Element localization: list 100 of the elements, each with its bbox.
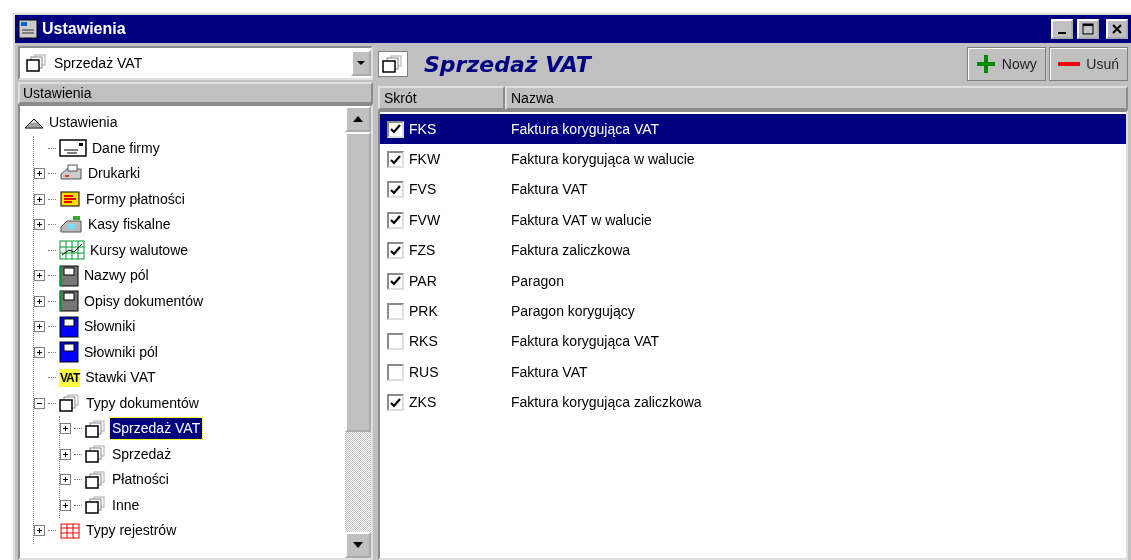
device-icon (59, 290, 79, 313)
table-row[interactable]: ZKS Faktura korygująca zaliczkowa (380, 387, 1126, 418)
checkbox[interactable] (387, 120, 404, 138)
expand-box-icon[interactable] (34, 219, 45, 231)
tree-item[interactable]: Słowniki (82, 316, 138, 338)
device-icon (59, 341, 79, 364)
checkbox[interactable] (387, 211, 404, 229)
card-icon (59, 138, 87, 159)
name-text: Paragon (511, 271, 564, 291)
table-row[interactable]: PRK Paragon korygujący (380, 296, 1126, 327)
checkbox[interactable] (387, 394, 404, 412)
close-button[interactable] (1106, 19, 1128, 39)
tree-item[interactable]: Typy dokumentów (84, 392, 201, 414)
checkbox[interactable] (387, 242, 404, 260)
table-row[interactable]: RUS Faktura VAT (380, 357, 1126, 388)
close-icon (1112, 24, 1122, 34)
expand-box-icon[interactable] (34, 346, 45, 358)
tree-item[interactable]: Inne (110, 494, 142, 516)
code-text: PAR (409, 271, 438, 291)
dropdown-arrow-icon (357, 60, 365, 66)
new-button[interactable]: Nowy (966, 47, 1046, 81)
device-icon (59, 264, 79, 287)
tree-item[interactable]: Kasy fiskalne (86, 214, 173, 236)
name-text: Faktura VAT w walucie (511, 210, 652, 230)
tree-item[interactable]: Opisy dokumentów (82, 290, 206, 312)
expand-box-icon[interactable] (60, 499, 71, 511)
checkbox[interactable] (387, 333, 404, 351)
folders-icon (378, 51, 408, 77)
name-text: Faktura korygująca w walucie (511, 150, 695, 170)
folders-icon (85, 470, 107, 489)
tree-item[interactable]: Kursy walutowe (88, 239, 191, 261)
code-text: ZKS (409, 393, 438, 413)
expand-box-icon[interactable] (34, 321, 45, 333)
checkbox[interactable] (387, 303, 404, 321)
settings-app-icon (18, 19, 38, 39)
name-text: Faktura korygująca zaliczkowa (511, 393, 702, 413)
expand-box-icon[interactable] (60, 423, 71, 435)
checkmark-icon (390, 245, 401, 256)
maximize-icon (1081, 23, 1094, 35)
expand-box-icon[interactable] (60, 474, 71, 486)
minimize-icon (1057, 32, 1066, 34)
checkmark-icon (390, 215, 401, 226)
name-text: Paragon korygujący (511, 302, 635, 322)
code-text: FKW (409, 150, 442, 170)
tree-item[interactable]: Stawki VAT (83, 367, 158, 389)
checkbox[interactable] (387, 181, 404, 199)
expand-box-icon[interactable] (34, 525, 45, 537)
scrollbar-thumb[interactable] (345, 132, 371, 432)
folders-icon (85, 445, 107, 464)
checkbox[interactable] (387, 151, 404, 169)
code-text: RKS (409, 332, 439, 352)
code-text: PRK (409, 302, 439, 322)
plus-icon (975, 54, 996, 74)
table-row[interactable]: FKS Faktura korygująca VAT (380, 114, 1126, 145)
device-icon (59, 315, 79, 338)
tree-item[interactable]: Słowniki pól (82, 341, 160, 363)
folders-icon (85, 419, 107, 438)
tree-item[interactable]: Ustawienia (47, 112, 120, 134)
scroll-down-icon (353, 542, 363, 548)
expand-box-icon[interactable] (34, 168, 45, 180)
table-row[interactable]: FZS Faktura zaliczkowa (380, 235, 1126, 266)
expand-box-icon[interactable] (60, 448, 71, 460)
collapse-box-icon[interactable] (34, 397, 45, 409)
table-icon (59, 521, 81, 540)
checkbox[interactable] (387, 272, 404, 290)
table-row[interactable]: FKW Faktura korygująca w walucie (380, 144, 1126, 175)
table-row[interactable]: PAR Paragon (380, 265, 1126, 297)
scrollbar[interactable] (345, 106, 371, 558)
table-row[interactable]: FVW Faktura VAT w walucie (380, 205, 1126, 236)
tree-item[interactable]: Typy rejestrów (84, 520, 179, 542)
dropdown-field[interactable]: Sprzedaż VAT (18, 46, 373, 80)
folders-icon (85, 496, 107, 515)
checkmark-icon (390, 276, 401, 287)
name-text: Faktura korygująca VAT (511, 332, 660, 352)
tree-item[interactable]: Drukarki (86, 163, 143, 185)
scroll-up-icon (353, 116, 363, 122)
column-header[interactable]: Skrót (378, 86, 505, 110)
tree-item[interactable]: Sprzedaż VAT (110, 418, 203, 440)
tree-item[interactable]: Nazwy pól (82, 265, 151, 287)
chart-grid-icon (59, 240, 85, 261)
tree-item[interactable]: Dane firmy (90, 137, 162, 159)
expand-box-icon[interactable] (34, 193, 45, 205)
expand-box-icon[interactable] (34, 295, 45, 307)
column-header[interactable]: Nazwa (505, 86, 1128, 110)
delete-button[interactable]: Usuń (1049, 47, 1128, 81)
maximize-button[interactable] (1076, 19, 1099, 39)
table-row[interactable]: FVS Faktura VAT (380, 174, 1126, 206)
tree-item[interactable]: Płatności (110, 469, 171, 491)
name-text: Faktura VAT (511, 180, 588, 200)
minimize-button[interactable] (1050, 19, 1073, 39)
expand-box-icon[interactable] (34, 270, 45, 282)
checkmark-icon (390, 154, 401, 165)
checkmark-icon (390, 397, 401, 408)
table-row[interactable]: RKS Faktura korygująca VAT (380, 326, 1126, 358)
code-text: FVW (409, 210, 442, 230)
checkmark-icon (390, 184, 401, 195)
tree-item[interactable]: Sprzedaż (110, 443, 174, 465)
name-text: Faktura korygująca VAT (511, 119, 660, 139)
tree-item[interactable]: Formy płatności (84, 188, 187, 210)
checkbox[interactable] (387, 363, 404, 381)
